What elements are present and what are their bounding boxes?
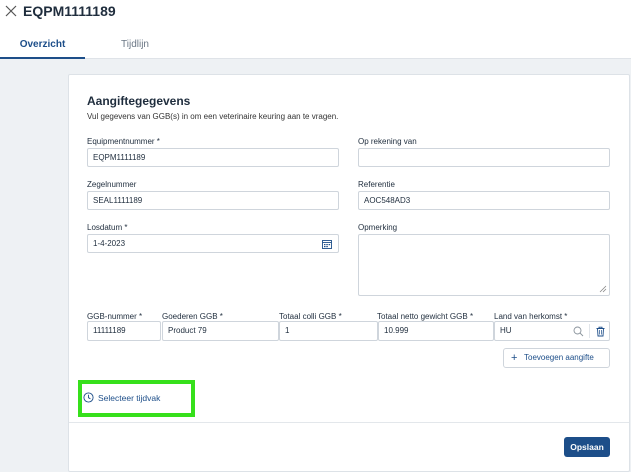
section-title: Aangiftegegevens xyxy=(87,94,191,108)
zegelnummer-label: Zegelnummer xyxy=(87,180,137,189)
losdatum-input[interactable]: 1-4-2023 xyxy=(87,234,339,253)
ggb-nummer-header: GGB-nummer * xyxy=(87,312,143,321)
toevoegen-aangifte-button[interactable]: + Toevoegen aangifte xyxy=(503,348,610,368)
calendar-icon[interactable] xyxy=(322,239,332,249)
section-description: Vul gegevens van GGB(s) in om een veteri… xyxy=(87,112,339,121)
equipmentnummer-label: Equipmentnummer * xyxy=(87,137,160,146)
tab-tijdlijn[interactable]: Tijdlijn xyxy=(100,30,170,59)
title-bar: EQPM1111189 xyxy=(0,0,631,30)
ggb-nummer-input[interactable]: 11111189 xyxy=(87,321,161,341)
losdatum-value: 1-4-2023 xyxy=(93,239,126,248)
land-van-herkomst-header: Land van herkomst * xyxy=(494,312,568,321)
icon-separator xyxy=(589,324,590,338)
op-rekening-van-label: Op rekening van xyxy=(358,137,417,146)
page-title: EQPM1111189 xyxy=(23,3,116,19)
clock-icon xyxy=(83,392,94,403)
op-rekening-van-input[interactable] xyxy=(358,148,610,167)
goederen-ggb-input[interactable]: Product 79 xyxy=(162,321,279,341)
opslaan-button[interactable]: Opslaan xyxy=(564,437,610,457)
equipmentnummer-input[interactable]: EQPM1111189 xyxy=(87,148,339,167)
land-van-herkomst-input[interactable]: HU xyxy=(494,321,610,341)
toevoegen-aangifte-label: Toevoegen aangifte xyxy=(524,353,594,362)
aangifte-card: Aangiftegegevens Vul gegevens van GGB(s)… xyxy=(68,74,630,472)
land-van-herkomst-value: HU xyxy=(500,326,512,335)
totaal-netto-gewicht-input[interactable]: 10.999 xyxy=(378,321,494,341)
totaal-colli-input[interactable]: 1 xyxy=(279,321,378,341)
selecteer-tijdvak-button[interactable]: Selecteer tijdvak xyxy=(83,388,160,408)
opmerking-textarea[interactable] xyxy=(358,234,610,296)
referentie-input[interactable]: AOC548AD3 xyxy=(358,191,610,210)
tab-overzicht[interactable]: Overzicht xyxy=(0,30,85,59)
totaal-netto-gewicht-header: Totaal netto gewicht GGB * xyxy=(377,312,474,321)
totaal-colli-header: Totaal colli GGB * xyxy=(279,312,342,321)
goederen-ggb-header: Goederen GGB * xyxy=(162,312,223,321)
tab-bar: Overzicht Tijdlijn xyxy=(0,30,631,59)
opmerking-label: Opmerking xyxy=(358,223,398,232)
selecteer-tijdvak-label: Selecteer tijdvak xyxy=(98,393,161,403)
search-icon[interactable] xyxy=(573,326,584,337)
footer-divider xyxy=(69,422,629,423)
referentie-label: Referentie xyxy=(358,180,395,189)
losdatum-label: Losdatum * xyxy=(87,223,128,232)
close-icon[interactable] xyxy=(4,4,18,18)
trash-icon[interactable] xyxy=(595,326,606,337)
plus-icon: + xyxy=(511,352,518,364)
zegelnummer-input[interactable]: SEAL1111189 xyxy=(87,191,339,210)
resize-grip-icon[interactable] xyxy=(599,285,607,293)
